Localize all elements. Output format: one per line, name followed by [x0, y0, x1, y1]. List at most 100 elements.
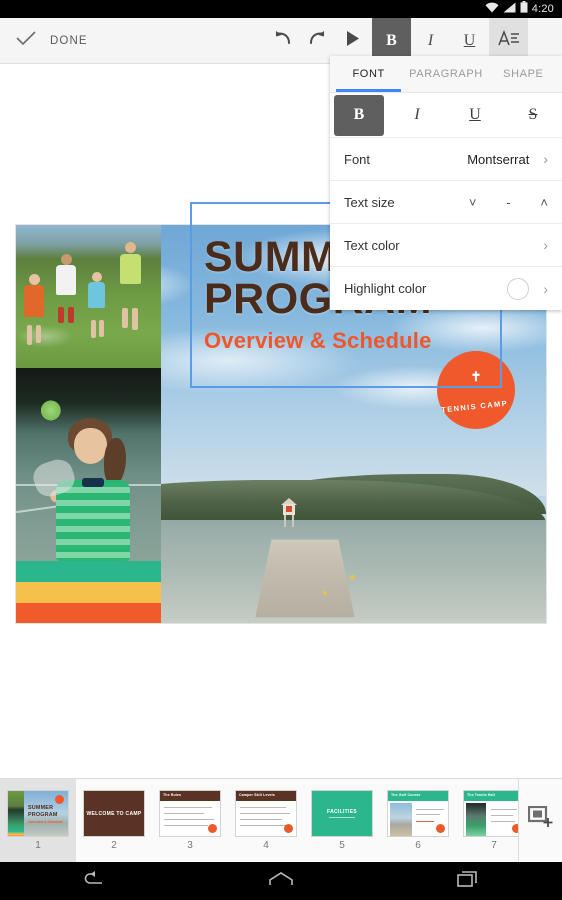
- redo-icon: [307, 30, 327, 51]
- chevron-right-icon: ›: [543, 151, 548, 167]
- accent-bar-yellow: [16, 582, 161, 603]
- status-clock: 4:20: [531, 3, 554, 15]
- thumbnail-number: 1: [35, 840, 41, 851]
- panel-underline-button[interactable]: U: [446, 93, 504, 138]
- thumbnail-image: WELCOME TO CAMP: [83, 790, 145, 837]
- chevron-up-icon[interactable]: ˄: [540, 195, 548, 210]
- tennis-girl-photo: [16, 368, 161, 562]
- thumbnail-number: 6: [415, 840, 421, 851]
- thumbnail-image: The Tennis Hall: [463, 790, 518, 837]
- thumb-title-2: PROGRAM: [28, 812, 58, 818]
- nav-home-button[interactable]: [251, 862, 311, 900]
- text-size-row[interactable]: Text size ˅ - ˄: [330, 181, 562, 224]
- font-row[interactable]: Font Montserrat ›: [330, 138, 562, 181]
- thumbnail-slide-6[interactable]: The Golf Course 6: [380, 779, 456, 862]
- android-nav-bar: [0, 862, 562, 900]
- slide-filmstrip[interactable]: SUMMER PROGRAM Overview & Schedule 1 WEL…: [0, 778, 562, 862]
- thumbnail-slide-2[interactable]: WELCOME TO CAMP 2: [76, 779, 152, 862]
- done-label: DONE: [50, 34, 88, 47]
- nav-recents-button[interactable]: [438, 862, 498, 900]
- thumb-heading: FACILITIES: [327, 808, 357, 815]
- underline-label: U: [463, 31, 476, 49]
- thumbnail-image: The Rules: [159, 790, 221, 837]
- redo-button[interactable]: [300, 18, 334, 64]
- thumbnail-slide-4[interactable]: Camper Skill Levels 4: [228, 779, 304, 862]
- panel-strikethrough-label: S: [528, 106, 538, 123]
- add-slide-icon: [527, 805, 554, 835]
- thumbnail-slide-5[interactable]: FACILITIES 5: [304, 779, 380, 862]
- thumbnail-image: Camper Skill Levels: [235, 790, 297, 837]
- recents-icon: [457, 870, 479, 893]
- add-slide-button[interactable]: [518, 779, 562, 862]
- photo-column: [16, 225, 161, 623]
- play-icon: [345, 30, 361, 52]
- font-format-panel: FONT PARAGRAPH SHAPE B I U S Font Montse…: [330, 56, 562, 310]
- accent-bar-teal: [16, 561, 161, 582]
- nav-back-button[interactable]: [64, 862, 124, 900]
- tab-font[interactable]: FONT: [330, 56, 407, 92]
- accent-bar-orange: [16, 602, 161, 623]
- thumbnail-number: 3: [187, 840, 193, 851]
- thumb-title-1: SUMMER: [28, 805, 54, 811]
- font-row-value: Montserrat: [467, 151, 530, 167]
- status-bar: 4:20: [0, 0, 562, 18]
- text-size-label: Text size: [344, 194, 395, 210]
- undo-button[interactable]: [266, 18, 300, 64]
- slide-subtitle: Overview & Schedule: [204, 328, 432, 354]
- back-icon: [82, 870, 106, 893]
- thumb-heading: Camper Skill Levels: [239, 793, 275, 797]
- thumbnail-number: 4: [263, 840, 269, 851]
- text-size-stepper[interactable]: ˅ - ˄: [469, 195, 548, 210]
- battery-icon: [520, 0, 528, 18]
- chevron-right-icon: ›: [543, 237, 548, 253]
- thumb-heading: The Tennis Hall: [467, 793, 495, 797]
- thumb-heading: The Golf Course: [391, 793, 421, 797]
- panel-underline-label: U: [469, 106, 481, 123]
- tab-shape[interactable]: SHAPE: [485, 56, 562, 92]
- dock: [255, 540, 355, 618]
- text-format-icon: [497, 29, 520, 52]
- check-icon: [16, 30, 36, 51]
- panel-italic-button[interactable]: I: [388, 93, 446, 138]
- highlight-color-swatch[interactable]: [507, 277, 530, 300]
- done-button[interactable]: DONE: [0, 30, 88, 51]
- thumb-subtitle: Overview & Schedule: [28, 820, 63, 824]
- thumbnail-image: FACILITIES: [311, 790, 373, 837]
- text-color-row[interactable]: Text color ›: [330, 224, 562, 267]
- undo-icon: [273, 30, 293, 51]
- wifi-icon: [485, 0, 499, 18]
- thumbnail-slide-1[interactable]: SUMMER PROGRAM Overview & Schedule 1: [0, 779, 76, 862]
- tab-paragraph-label: PARAGRAPH: [409, 68, 483, 80]
- signal-icon: [503, 0, 516, 18]
- chevron-down-icon[interactable]: ˅: [469, 195, 477, 210]
- tab-shape-label: SHAPE: [503, 68, 544, 80]
- kids-running-photo: [16, 225, 161, 369]
- panel-italic-label: I: [414, 106, 420, 123]
- panel-strikethrough-button[interactable]: S: [504, 93, 562, 138]
- panel-bold-label: B: [353, 106, 365, 123]
- thumbnail-slide-7[interactable]: The Tennis Hall 7: [456, 779, 518, 862]
- panel-tabs: FONT PARAGRAPH SHAPE: [330, 56, 562, 93]
- panel-bold-button[interactable]: B: [334, 94, 384, 136]
- thumb-heading: The Rules: [163, 793, 182, 797]
- chevron-right-icon: ›: [543, 280, 548, 297]
- bold-label: B: [386, 31, 397, 49]
- thumb-badge: [55, 795, 64, 804]
- thumbnail-slide-3[interactable]: The Rules 3: [152, 779, 228, 862]
- tab-font-label: FONT: [352, 68, 385, 80]
- home-icon: [268, 871, 294, 892]
- italic-label: I: [427, 31, 434, 49]
- tab-paragraph[interactable]: PARAGRAPH: [407, 56, 484, 92]
- text-color-label: Text color: [344, 237, 400, 253]
- thumbnail-image: The Golf Course: [387, 790, 449, 837]
- filmstrip-scroll[interactable]: SUMMER PROGRAM Overview & Schedule 1 WEL…: [0, 779, 518, 862]
- lifeguard-tower: [281, 497, 297, 528]
- thumbnail-number: 7: [491, 840, 497, 851]
- text-size-value: -: [506, 194, 511, 210]
- highlight-color-label: Highlight color: [344, 281, 427, 296]
- thumbnail-image: SUMMER PROGRAM Overview & Schedule: [7, 790, 69, 837]
- font-row-label: Font: [344, 151, 371, 167]
- highlight-color-row[interactable]: Highlight color ›: [330, 267, 562, 310]
- thumb-heading: WELCOME TO CAMP: [86, 810, 142, 817]
- thumbnail-number: 2: [111, 840, 117, 851]
